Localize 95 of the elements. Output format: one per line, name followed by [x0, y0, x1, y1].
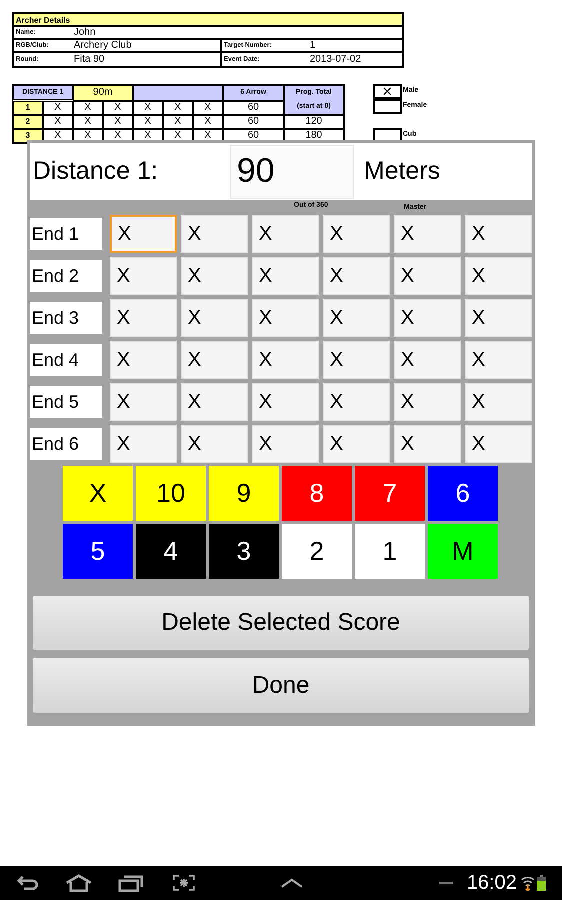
- battery-icon: [537, 875, 546, 891]
- score-cell[interactable]: X: [465, 299, 532, 337]
- score-button[interactable]: 9: [209, 466, 279, 521]
- end-label: End 2: [30, 260, 102, 292]
- score-cell[interactable]: X: [252, 383, 319, 421]
- field-value: 2013-07-02: [310, 54, 362, 66]
- recent-apps-icon[interactable]: [118, 874, 144, 892]
- score-cell[interactable]: X: [110, 299, 177, 337]
- score-cell[interactable]: X: [252, 341, 319, 379]
- score-cell[interactable]: X: [181, 383, 248, 421]
- score-cell[interactable]: X: [323, 299, 390, 337]
- checkbox[interactable]: [373, 84, 402, 99]
- score-cell[interactable]: X: [394, 383, 461, 421]
- score-cell[interactable]: X: [323, 215, 390, 253]
- score-cell[interactable]: X: [394, 341, 461, 379]
- score-cell[interactable]: X: [252, 299, 319, 337]
- score-cell[interactable]: X: [252, 257, 319, 295]
- score-cell[interactable]: X: [323, 425, 390, 463]
- distance-input[interactable]: 90: [230, 144, 354, 198]
- score-cell[interactable]: X: [323, 341, 390, 379]
- x-mark-icon: [383, 87, 392, 96]
- back-icon[interactable]: [16, 874, 40, 892]
- end-number: 2: [13, 115, 43, 129]
- score-button[interactable]: 10: [136, 466, 206, 521]
- distance-label: Distance 1:: [33, 156, 160, 187]
- table-cell: X: [43, 115, 73, 129]
- score-button[interactable]: 8: [282, 466, 352, 521]
- caret-up-icon[interactable]: [281, 878, 303, 888]
- score-cell[interactable]: X: [181, 299, 248, 337]
- score-cell[interactable]: X: [181, 257, 248, 295]
- field-value: Fita 90: [74, 54, 105, 66]
- table-title: Archer Details: [14, 14, 402, 27]
- score-cell[interactable]: X: [110, 425, 177, 463]
- table-cell: X: [103, 100, 133, 115]
- end-label: End 6: [30, 428, 102, 460]
- score-cell[interactable]: X: [181, 425, 248, 463]
- screenshot-icon[interactable]: [172, 874, 196, 892]
- score-button[interactable]: M: [428, 524, 498, 579]
- score-cell[interactable]: X: [465, 215, 532, 253]
- score-cell[interactable]: X: [110, 383, 177, 421]
- end-label: End 1: [30, 218, 102, 250]
- table-cell: X: [163, 100, 193, 115]
- score-cell[interactable]: X: [394, 257, 461, 295]
- wifi-icon: [521, 875, 535, 891]
- score-cell[interactable]: X: [323, 257, 390, 295]
- score-cell[interactable]: X: [465, 341, 532, 379]
- table-cell: 120: [284, 115, 344, 129]
- done-button[interactable]: Done: [33, 658, 529, 713]
- checkbox[interactable]: [373, 99, 402, 114]
- table-cell: X: [73, 100, 103, 115]
- table-cell: X: [193, 115, 223, 129]
- score-cell[interactable]: X: [110, 257, 177, 295]
- score-button[interactable]: 4: [136, 524, 206, 579]
- score-button[interactable]: X: [63, 466, 133, 521]
- score-cell[interactable]: X: [465, 383, 532, 421]
- table-cell: X: [103, 115, 133, 129]
- score-cell[interactable]: X: [181, 341, 248, 379]
- table-cell: X: [193, 100, 223, 115]
- delete-score-button[interactable]: Delete Selected Score: [33, 596, 529, 650]
- table-cell: X: [73, 115, 103, 129]
- table-cell: 60: [223, 115, 284, 129]
- table-cell: 60: [223, 100, 284, 115]
- table-cell: X: [133, 115, 163, 129]
- score-button[interactable]: 1: [355, 524, 425, 579]
- score-cell[interactable]: X: [465, 257, 532, 295]
- score-cell[interactable]: X: [181, 215, 248, 253]
- score-cell[interactable]: X: [110, 215, 177, 253]
- score-cell[interactable]: X: [394, 425, 461, 463]
- end-label: End 3: [30, 302, 102, 334]
- field-value: 1: [310, 40, 316, 52]
- score-button[interactable]: 2: [282, 524, 352, 579]
- unit-label: Meters: [364, 156, 440, 187]
- table-cell: X: [133, 100, 163, 115]
- table-cell: X: [163, 115, 193, 129]
- clock: 16:02: [466, 871, 517, 896]
- score-cell[interactable]: X: [394, 299, 461, 337]
- score-cell[interactable]: X: [323, 383, 390, 421]
- score-cell[interactable]: X: [252, 215, 319, 253]
- end-label: End 5: [30, 386, 102, 418]
- score-button[interactable]: 3: [209, 524, 279, 579]
- score-cell[interactable]: X: [394, 215, 461, 253]
- score-cell[interactable]: X: [110, 341, 177, 379]
- end-label: End 4: [30, 344, 102, 376]
- score-button[interactable]: 6: [428, 466, 498, 521]
- field-value: Archery Club: [74, 40, 132, 52]
- field-value: John: [74, 26, 96, 38]
- end-number: 1: [13, 100, 43, 114]
- home-icon[interactable]: [65, 874, 93, 892]
- minus-icon: [438, 881, 453, 885]
- score-cell[interactable]: X: [252, 425, 319, 463]
- score-button[interactable]: 7: [355, 466, 425, 521]
- table-cell: X: [43, 100, 73, 115]
- score-button[interactable]: 5: [63, 524, 133, 579]
- distance-value: 90m: [73, 85, 133, 100]
- score-cell[interactable]: X: [465, 425, 532, 463]
